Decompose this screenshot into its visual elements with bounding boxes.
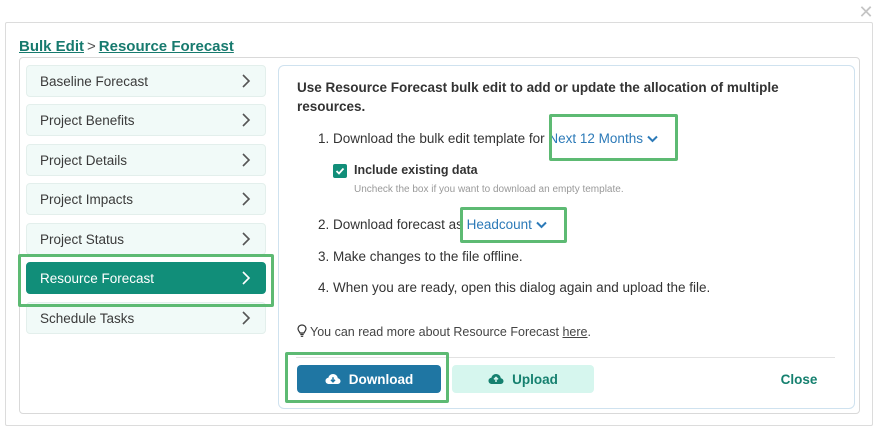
- breadcrumb: Bulk Edit > Resource Forecast: [19, 38, 234, 55]
- chevron-down-icon: [647, 136, 658, 143]
- chevron-right-icon: [242, 192, 251, 206]
- period-dropdown-value: Next 12 Months: [548, 131, 643, 146]
- sidebar-item-schedule-tasks[interactable]: Schedule Tasks: [26, 302, 266, 334]
- chevron-right-icon: [242, 271, 251, 285]
- upload-button-label: Upload: [512, 371, 558, 387]
- step-3: 3. Make changes to the file offline.: [318, 249, 523, 264]
- chevron-right-icon: [242, 232, 251, 246]
- sidebar-item-label: Project Status: [40, 231, 125, 247]
- sidebar-item-label: Project Impacts: [40, 191, 134, 207]
- breadcrumb-separator: >: [87, 38, 96, 55]
- info-here-link[interactable]: here: [562, 325, 587, 339]
- chevron-right-icon: [242, 74, 251, 88]
- sidebar-item-project-benefits[interactable]: Project Benefits: [26, 104, 266, 136]
- cloud-download-icon: [325, 374, 341, 384]
- unit-dropdown[interactable]: Headcount: [467, 217, 547, 232]
- upload-button[interactable]: Upload: [452, 365, 594, 393]
- cloud-upload-icon: [488, 374, 504, 384]
- sidebar-item-label: Schedule Tasks: [40, 310, 135, 326]
- sidebar-item-label: Project Benefits: [40, 112, 135, 128]
- step-4: 4. When you are ready, open this dialog …: [318, 280, 711, 295]
- sidebar-item-project-details[interactable]: Project Details: [26, 144, 266, 176]
- include-existing-data-hint: Uncheck the box if you want to download …: [354, 184, 624, 195]
- chevron-down-icon: [536, 222, 547, 229]
- unit-dropdown-value: Headcount: [466, 217, 532, 232]
- download-button[interactable]: Download: [297, 365, 441, 393]
- dialog-close-icon[interactable]: ✕: [856, 2, 876, 22]
- intro-text: Use Resource Forecast bulk edit to add o…: [297, 80, 779, 114]
- breadcrumb-current-link[interactable]: Resource Forecast: [99, 38, 234, 55]
- step-1-text: 1. Download the bulk edit template for: [318, 131, 545, 146]
- sidebar-item-project-impacts[interactable]: Project Impacts: [26, 183, 266, 215]
- sidebar-item-label: Baseline Forecast: [40, 73, 149, 89]
- sidebar-item-baseline-forecast[interactable]: Baseline Forecast: [26, 65, 266, 97]
- download-button-label: Download: [348, 371, 414, 387]
- chevron-right-icon: [242, 311, 251, 325]
- check-icon: [335, 167, 345, 175]
- step-2-text: 2. Download forecast as: [318, 217, 463, 232]
- info-text: You can read more about Resource Forecas…: [310, 325, 559, 339]
- sidebar-item-label: Resource Forecast: [40, 270, 155, 286]
- sidebar-item-project-status[interactable]: Project Status: [26, 223, 266, 255]
- include-existing-data-label: Include existing data: [354, 163, 478, 177]
- footer-divider: [296, 357, 835, 358]
- close-button[interactable]: Close: [768, 365, 830, 393]
- step-2: 2. Download forecast as Headcount: [318, 217, 547, 232]
- include-existing-data-checkbox[interactable]: [333, 164, 347, 178]
- breadcrumb-root-link[interactable]: Bulk Edit: [19, 38, 84, 55]
- info-suffix: .: [587, 325, 591, 339]
- info-line: You can read more about Resource Forecas…: [297, 324, 591, 339]
- chevron-right-icon: [242, 153, 251, 167]
- step-1: 1. Download the bulk edit template for N…: [318, 131, 658, 146]
- sidebar-item-resource-forecast[interactable]: Resource Forecast: [26, 262, 266, 294]
- close-button-label: Close: [780, 371, 818, 387]
- lightbulb-icon: [297, 324, 307, 337]
- chevron-right-icon: [242, 113, 251, 127]
- period-dropdown[interactable]: Next 12 Months: [548, 131, 658, 146]
- sidebar-item-label: Project Details: [40, 152, 128, 168]
